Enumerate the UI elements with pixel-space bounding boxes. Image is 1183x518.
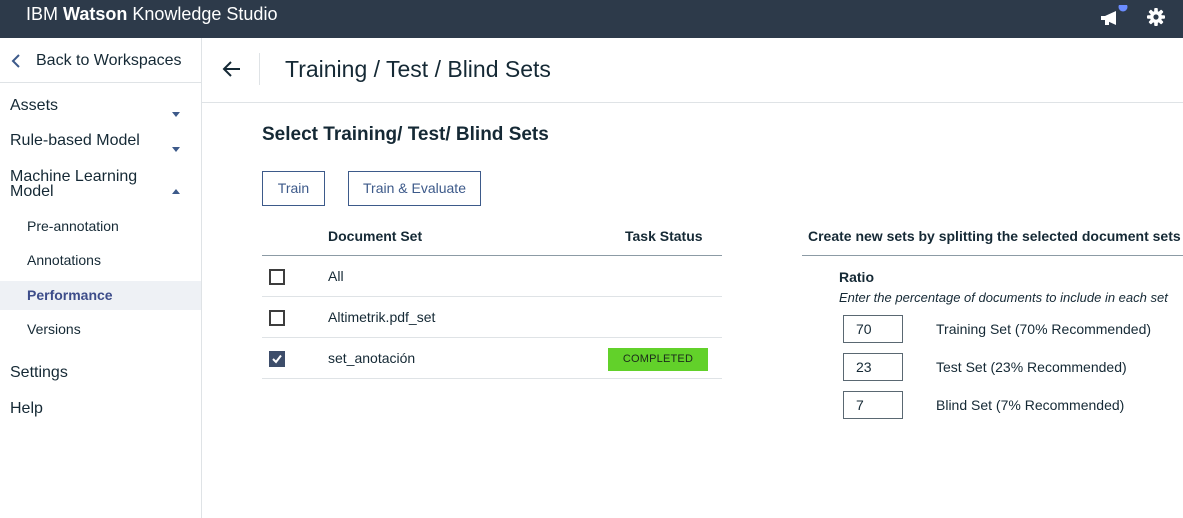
sidebar-item-pre-annotation[interactable]: Pre-annotation	[0, 212, 201, 241]
table-row: All	[262, 256, 722, 297]
chevron-left-icon	[10, 54, 22, 68]
sidebar-section-assets[interactable]: Assets	[0, 96, 201, 117]
ratio-note: Enter the percentage of documents to inc…	[839, 290, 1168, 305]
document-set-name: All	[328, 268, 344, 284]
sidebar-item-label: Performance	[27, 287, 113, 303]
sidebar-item-annotations[interactable]: Annotations	[0, 246, 201, 275]
sidebar-item-label: Pre-annotation	[27, 218, 119, 234]
back-to-workspaces-label: Back to Workspaces	[36, 52, 182, 69]
sidebar-item-settings[interactable]: Settings	[0, 363, 201, 383]
split-header: Create new sets by splitting the selecte…	[802, 217, 1183, 256]
header-divider	[259, 53, 260, 85]
caret-up-icon	[172, 181, 180, 194]
sidebar-item-label: Settings	[10, 364, 68, 381]
sidebar-section-rule-based-model[interactable]: Rule-based Model	[0, 131, 201, 152]
split-sets-panel: Create new sets by splitting the selecte…	[802, 217, 1183, 419]
row-checkbox[interactable]	[269, 310, 285, 326]
train-button[interactable]: Train	[262, 171, 325, 206]
sidebar-section-label: Rule-based Model	[10, 132, 140, 149]
megaphone-icon[interactable]	[1099, 2, 1129, 31]
sidebar-section-machine-learning-model[interactable]: Machine Learning Model	[0, 166, 201, 200]
sidebar-item-help[interactable]: Help	[0, 399, 201, 419]
sidebar: Back to Workspaces Assets Rule-based Mod…	[0, 38, 202, 518]
sidebar-item-versions[interactable]: Versions	[0, 315, 201, 344]
training-set-percent-input[interactable]: 70	[843, 315, 903, 343]
caret-down-icon	[172, 104, 180, 117]
document-set-table: Document Set Task Status All Altimetrik.…	[262, 217, 722, 379]
section-title: Select Training/ Test/ Blind Sets	[262, 124, 549, 145]
gear-icon[interactable]	[1145, 4, 1167, 26]
sidebar-section-label: Machine Learning Model	[10, 168, 138, 200]
table-header: Document Set Task Status	[262, 217, 722, 256]
ratio-label: Ratio	[839, 269, 874, 285]
document-set-name: Altimetrik.pdf_set	[328, 309, 436, 325]
sidebar-section-label: Assets	[10, 97, 59, 114]
blind-set-label: Blind Set (7% Recommended)	[936, 397, 1125, 413]
checkmark-icon	[272, 354, 282, 364]
arrow-left-icon[interactable]	[222, 60, 242, 78]
page-header: Training / Test / Blind Sets	[202, 38, 1183, 103]
app-title: IBM Watson Knowledge Studio	[26, 4, 277, 25]
status-badge: COMPLETED	[608, 348, 708, 371]
test-set-label: Test Set (23% Recommended)	[936, 359, 1127, 375]
sidebar-item-label: Help	[10, 400, 43, 417]
brand-suffix: Knowledge Studio	[127, 4, 278, 24]
train-evaluate-button[interactable]: Train & Evaluate	[348, 171, 481, 206]
document-set-name: set_anotación	[328, 350, 416, 366]
sidebar-item-label: Versions	[27, 321, 81, 337]
caret-down-icon	[172, 139, 180, 152]
training-set-label: Training Set (70% Recommended)	[936, 321, 1152, 337]
row-checkbox[interactable]	[269, 351, 285, 367]
table-row: Altimetrik.pdf_set	[262, 297, 722, 338]
sidebar-item-label: Annotations	[27, 252, 101, 268]
column-header-document-set: Document Set	[328, 228, 423, 244]
top-bar: IBM Watson Knowledge Studio	[0, 0, 1183, 38]
brand-bold: Watson	[63, 4, 128, 24]
row-checkbox[interactable]	[269, 269, 285, 285]
table-row: set_anotación COMPLETED	[262, 338, 722, 379]
test-set-percent-input[interactable]: 23	[843, 353, 903, 381]
back-to-workspaces-link[interactable]: Back to Workspaces	[0, 38, 201, 83]
brand-prefix: IBM	[26, 4, 64, 24]
split-heading: Create new sets by splitting the selecte…	[808, 228, 1181, 244]
sidebar-item-performance[interactable]: Performance	[0, 281, 201, 310]
blind-set-percent-input[interactable]: 7	[843, 391, 903, 419]
column-header-task-status: Task Status	[625, 228, 703, 244]
page-title: Training / Test / Blind Sets	[285, 56, 551, 82]
